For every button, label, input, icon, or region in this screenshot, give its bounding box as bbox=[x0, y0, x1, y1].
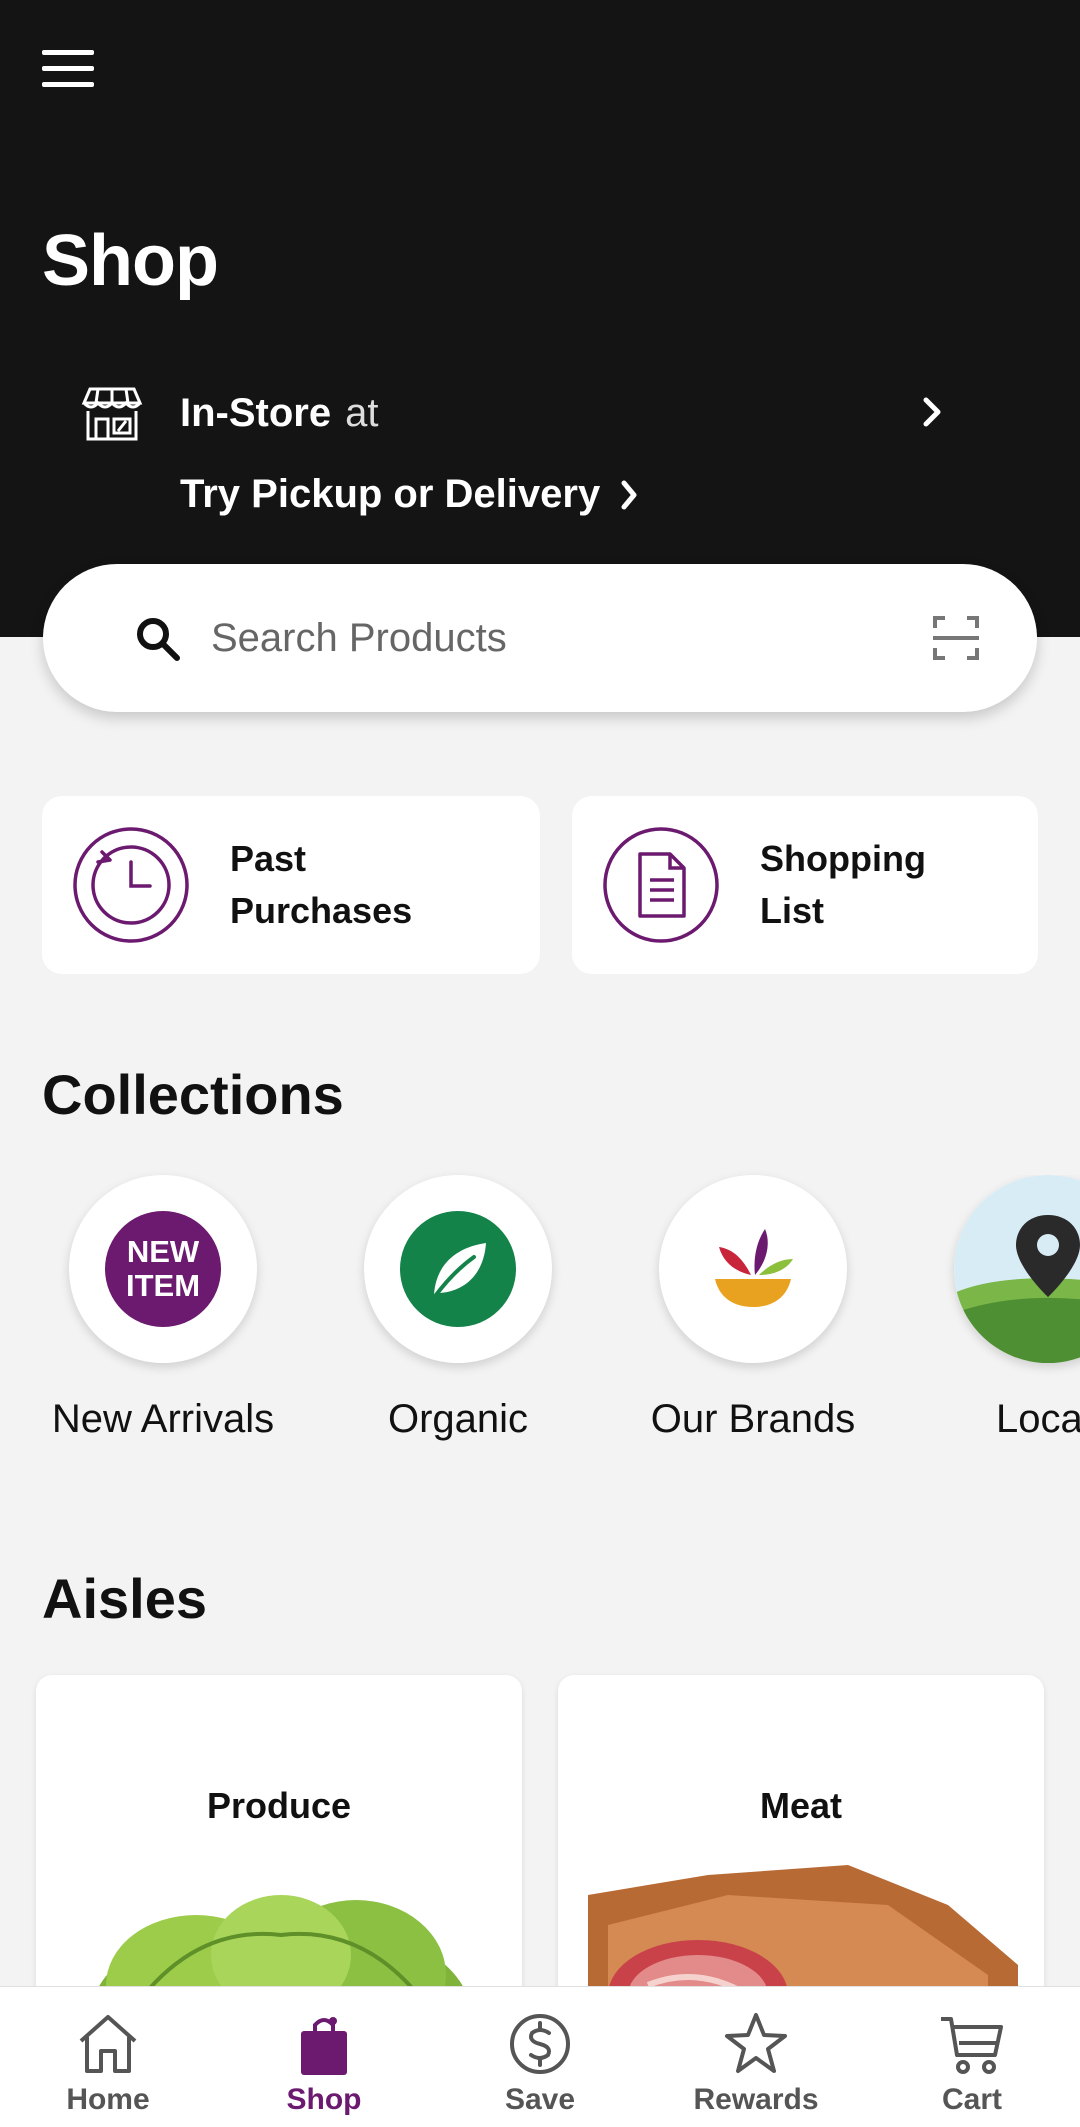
search-bar bbox=[43, 564, 1037, 712]
store-location-text: at bbox=[345, 390, 379, 435]
new-item-badge: NEW ITEM bbox=[69, 1175, 257, 1363]
store-selector[interactable]: In-Store at bbox=[80, 378, 950, 448]
collection-label: New Arrivals bbox=[51, 1397, 275, 1441]
bottom-navigation: Home Shop Save Rewards Cart bbox=[0, 1986, 1080, 2127]
collection-our-brands[interactable]: Our Brands bbox=[603, 1175, 903, 1442]
nav-rewards[interactable]: Rewards bbox=[648, 1987, 864, 2127]
nav-label: Cart bbox=[941, 2083, 1002, 2116]
search-input[interactable] bbox=[211, 604, 911, 672]
dollar-circle-icon bbox=[510, 2014, 570, 2074]
cart-icon bbox=[941, 2017, 1003, 2074]
map-pin-icon bbox=[954, 1175, 1080, 1363]
page-title: Shop bbox=[42, 221, 219, 301]
shopping-bag-icon bbox=[301, 2017, 347, 2075]
shopping-list-card[interactable]: Shopping List bbox=[572, 796, 1038, 974]
nav-label: Home bbox=[66, 2083, 150, 2116]
past-purchases-label-2: Purchases bbox=[230, 890, 413, 931]
menu-icon[interactable] bbox=[42, 50, 94, 88]
nav-save[interactable]: Save bbox=[432, 1987, 648, 2127]
badge-line-1: NEW bbox=[126, 1234, 200, 1269]
aisle-label: Meat bbox=[759, 1785, 843, 1826]
pickup-delivery-label: Try Pickup or Delivery bbox=[180, 472, 601, 516]
collection-new-arrivals[interactable]: NEW ITEM New Arrivals bbox=[13, 1175, 313, 1442]
header: Shop In-Store at Try Pickup or Delivery bbox=[0, 0, 1080, 637]
star-icon bbox=[725, 2013, 787, 2073]
barcode-scan-icon[interactable] bbox=[931, 614, 981, 662]
document-list-icon bbox=[603, 827, 719, 943]
nav-label: Rewards bbox=[693, 2083, 819, 2116]
collection-local[interactable]: Loca bbox=[898, 1175, 1080, 1442]
clock-history-icon bbox=[73, 827, 189, 943]
badge-line-2: ITEM bbox=[125, 1268, 201, 1303]
nav-label: Shop bbox=[286, 2083, 362, 2116]
collection-label: Loca bbox=[996, 1397, 1080, 1441]
home-icon bbox=[79, 2015, 137, 2073]
collection-label: Organic bbox=[387, 1397, 529, 1441]
search-icon bbox=[137, 618, 180, 661]
pickup-delivery-link[interactable]: Try Pickup or Delivery bbox=[180, 472, 642, 517]
nav-shop[interactable]: Shop bbox=[216, 1987, 432, 2127]
store-mode-label: In-Store bbox=[180, 390, 332, 435]
brand-logo-icon bbox=[715, 1229, 793, 1307]
storefront-icon bbox=[81, 387, 143, 441]
nav-label: Save bbox=[504, 2083, 576, 2116]
collections-heading: Collections bbox=[42, 1063, 344, 1126]
shopping-list-label-1: Shopping bbox=[760, 838, 926, 879]
aisles-heading: Aisles bbox=[42, 1567, 207, 1630]
nav-home[interactable]: Home bbox=[0, 1987, 216, 2127]
aisle-label: Produce bbox=[206, 1785, 352, 1826]
past-purchases-label-1: Past bbox=[230, 838, 307, 879]
chevron-right-icon bbox=[923, 397, 941, 427]
aisle-meat-card[interactable]: Meat bbox=[558, 1675, 1044, 2015]
leaf-icon bbox=[400, 1211, 516, 1327]
nav-cart[interactable]: Cart bbox=[864, 1987, 1080, 2127]
collection-organic[interactable]: Organic bbox=[308, 1175, 608, 1442]
collection-label: Our Brands bbox=[650, 1397, 856, 1441]
aisle-produce-card[interactable]: Produce bbox=[36, 1675, 522, 2015]
shopping-list-label-2: List bbox=[760, 890, 825, 931]
past-purchases-card[interactable]: Past Purchases bbox=[42, 796, 540, 974]
chevron-right-icon bbox=[621, 480, 637, 509]
